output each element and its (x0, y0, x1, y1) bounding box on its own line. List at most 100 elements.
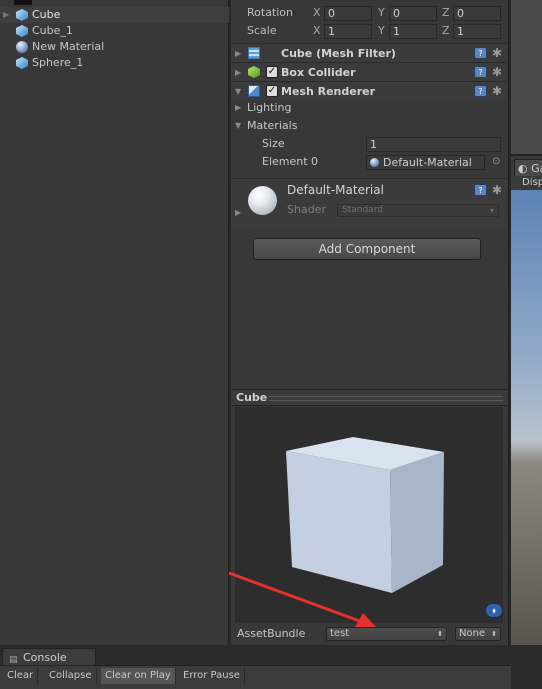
lighting-label: Lighting (247, 101, 292, 114)
rotation-label: Rotation (247, 6, 294, 19)
inspector-panel: Rotation X 0 Y 0 Z 0 Scale X 1 Y 1 Z 1 ▶… (228, 0, 509, 645)
hierarchy-item-label: Cube_1 (32, 24, 73, 37)
mesh-renderer-icon (248, 85, 260, 97)
enable-checkbox[interactable]: ✓ (266, 66, 278, 78)
mesh-renderer-header[interactable]: ▼ ✓ Mesh Renderer ? ✱ (231, 81, 507, 100)
element-0-field[interactable]: Default-Material (366, 155, 485, 170)
add-component-button[interactable]: Add Component (253, 238, 481, 260)
box-collider-icon (248, 66, 260, 78)
hierarchy-item-label: Cube (32, 8, 61, 21)
mesh-filter-icon (248, 47, 260, 59)
scale-z-field[interactable]: 1 (453, 24, 501, 39)
hierarchy-item-partial (14, 0, 32, 5)
axis-x-label: X (313, 6, 321, 19)
scale-y-field[interactable]: 1 (389, 24, 437, 39)
fold-arrow-icon[interactable]: ▼ (235, 117, 241, 135)
shader-dropdown[interactable]: Standard ▾ (337, 204, 499, 217)
rotation-x-field[interactable]: 0 (324, 6, 372, 21)
axis-z-label: Z (442, 24, 450, 37)
annotation-arrow-line (228, 571, 366, 625)
hierarchy-item-new-material[interactable]: New Material (0, 39, 229, 55)
materials-label: Materials (247, 119, 298, 132)
cube-icon (16, 9, 28, 21)
cube-icon (16, 57, 28, 69)
axis-x-label: X (313, 24, 321, 37)
help-icon[interactable]: ? (474, 47, 487, 59)
enable-checkbox[interactable]: ✓ (266, 85, 278, 97)
scale-row: Scale X 1 Y 1 Z 1 (231, 22, 509, 40)
tab-console[interactable]: ▤ Console (2, 648, 96, 666)
hierarchy-item-sphere-1[interactable]: Sphere_1 (0, 55, 229, 71)
scale-x-field[interactable]: 1 (324, 24, 372, 39)
fold-arrow-icon[interactable]: ▶ (235, 208, 241, 217)
gear-icon[interactable]: ✱ (492, 181, 502, 200)
console-tab-label: Console (23, 651, 67, 664)
lighting-foldout[interactable]: ▶ Lighting (231, 99, 507, 117)
component-title: Cube (Mesh Filter) (281, 47, 396, 60)
asset-bundle-row: AssetBundle test ⬍ None ⬍ (231, 624, 507, 644)
fold-arrow-icon[interactable]: ▶ (235, 99, 241, 117)
element-0-row: Element 0 Default-Material ⊙ (231, 153, 509, 171)
clear-button[interactable]: Clear (3, 668, 39, 684)
size-label: Size (262, 137, 285, 150)
asset-bundle-value: test (330, 628, 350, 639)
gear-icon[interactable]: ✱ (492, 44, 502, 63)
asset-bundle-variant-dropdown[interactable]: None ⬍ (455, 627, 501, 641)
game-view[interactable] (511, 190, 542, 645)
dropdown-caret-icon: ▾ (489, 206, 494, 215)
materials-size-row: Size 1 (231, 135, 509, 153)
fold-arrow-icon[interactable]: ▶ (235, 63, 241, 82)
help-icon[interactable]: ? (474, 66, 487, 78)
help-icon[interactable]: ? (474, 85, 487, 97)
material-block: ▶ Default-Material Shader Standard ▾ ? ✱ (231, 178, 507, 228)
console-panel-right (511, 645, 542, 689)
error-pause-button[interactable]: Error Pause (179, 668, 245, 684)
variant-value: None (459, 628, 486, 639)
hierarchy-item-label: Sphere_1 (32, 56, 84, 69)
clear-on-play-button[interactable]: Clear on Play (101, 668, 176, 684)
console-toolbar: Clear Collapse Clear on Play Error Pause (0, 665, 542, 689)
dropdown-caret-icon: ⬍ (491, 630, 497, 638)
game-tab-icon: ◐ (518, 162, 528, 175)
help-icon[interactable]: ? (474, 184, 487, 196)
rotation-row: Rotation X 0 Y 0 Z 0 (231, 4, 509, 22)
scale-label: Scale (247, 24, 277, 37)
axis-y-label: Y (378, 6, 385, 19)
preview-header[interactable]: Cube (231, 389, 507, 406)
hierarchy-panel: ▶ Cube Cube_1 New Material Sphere_1 (0, 0, 229, 645)
rotation-z-field[interactable]: 0 (453, 6, 501, 21)
material-preview-sphere (248, 186, 277, 215)
materials-foldout[interactable]: ▼ Materials (231, 117, 507, 135)
hierarchy-item-cube-1[interactable]: Cube_1 (0, 23, 229, 39)
asset-bundle-label: AssetBundle (237, 627, 306, 640)
collapse-button[interactable]: Collapse (45, 668, 97, 684)
box-collider-header[interactable]: ▶ ✓ Box Collider ? ✱ (231, 62, 507, 81)
axis-y-label: Y (378, 24, 385, 37)
rotation-y-field[interactable]: 0 (389, 6, 437, 21)
tab-game[interactable]: ◐ Ga (514, 159, 542, 176)
material-sphere-icon (16, 41, 28, 53)
hierarchy-item-cube[interactable]: ▶ Cube (0, 7, 229, 23)
console-panel: ▤ Console Clear Collapse Clear on Play E… (0, 645, 542, 689)
game-view-header: ◐ Ga Disp (511, 155, 542, 190)
axis-z-label: Z (442, 6, 450, 19)
element-0-value: Default-Material (383, 156, 472, 169)
scene-view[interactable] (511, 0, 542, 154)
tag-icon[interactable]: ⬧ (486, 604, 502, 617)
mesh-filter-header[interactable]: ▶ Cube (Mesh Filter) ? ✱ (231, 43, 507, 62)
drag-handle[interactable] (269, 396, 503, 401)
game-tab-label: Ga (531, 162, 542, 175)
size-field[interactable]: 1 (366, 137, 501, 152)
object-picker-icon[interactable]: ⊙ (492, 153, 500, 171)
shader-label: Shader (287, 203, 326, 216)
asset-bundle-dropdown[interactable]: test ⬍ (326, 627, 447, 641)
material-name: Default-Material (287, 183, 384, 197)
fold-arrow-icon[interactable]: ▶ (235, 44, 241, 63)
shader-value: Standard (342, 205, 383, 215)
hierarchy-item-label: New Material (32, 40, 105, 53)
gear-icon[interactable]: ✱ (492, 63, 502, 82)
component-title: Box Collider (281, 66, 356, 79)
element-0-label: Element 0 (262, 155, 319, 168)
display-dropdown[interactable]: Disp (522, 177, 542, 188)
expand-arrow-icon[interactable]: ▶ (3, 7, 9, 23)
